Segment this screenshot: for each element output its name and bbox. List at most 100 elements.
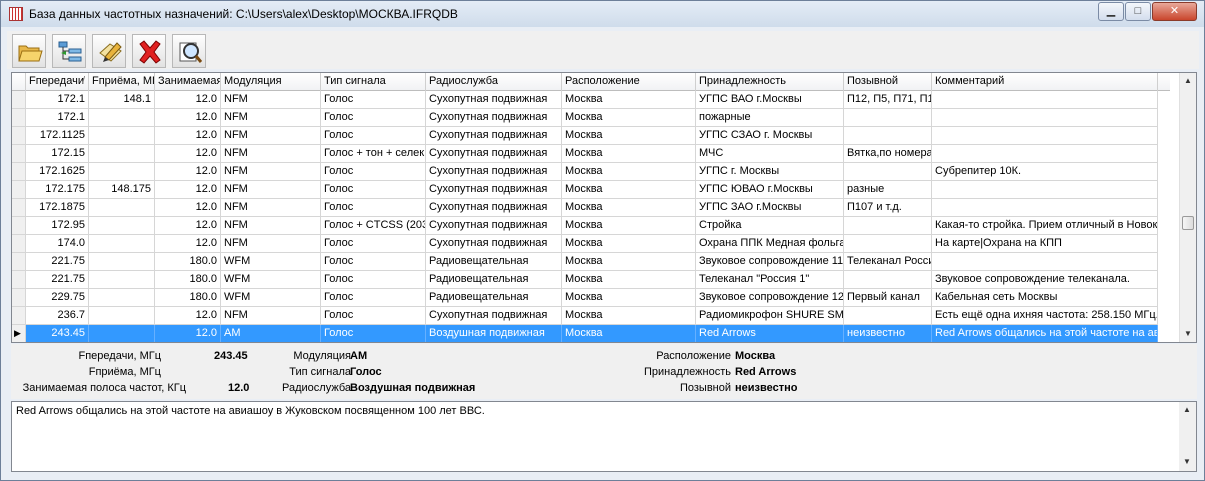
title-bar[interactable]: База данных частотных назначений: C:\Use… [1, 1, 1204, 27]
row-indicator[interactable] [12, 127, 26, 145]
table-cell: 148.175 [89, 181, 155, 199]
column-header[interactable]: Комментарий [932, 73, 1158, 91]
scroll-thumb[interactable] [1182, 216, 1194, 230]
row-indicator[interactable] [12, 217, 26, 235]
row-indicator[interactable] [12, 163, 26, 181]
table-cell: 229.75 [26, 289, 89, 307]
row-indicator[interactable] [12, 109, 26, 127]
row-indicator[interactable] [12, 91, 26, 109]
table-cell: Какая-то стройка. Прием отличный в Новок… [932, 217, 1158, 235]
table-cell: Голос [321, 307, 426, 325]
row-indicator[interactable] [12, 253, 26, 271]
edit-button[interactable] [92, 34, 126, 68]
column-header[interactable]: Fприёма, МГц [89, 73, 155, 91]
table-cell: Сухопутная подвижная [426, 127, 562, 145]
table-cell [844, 163, 932, 181]
table-cell: УГПС ЮВАО г.Москвы [696, 181, 844, 199]
row-indicator[interactable] [12, 271, 26, 289]
search-button[interactable] [172, 34, 206, 68]
open-button[interactable] [12, 34, 46, 68]
table-cell: Москва [562, 127, 696, 145]
table-cell: Red Arrows [696, 325, 844, 342]
table-cell [89, 289, 155, 307]
folder-open-icon [18, 45, 43, 62]
window-title: База данных частотных назначений: C:\Use… [29, 7, 458, 21]
table-cell: Москва [562, 235, 696, 253]
table-cell: МЧС [696, 145, 844, 163]
table-row[interactable]: 172.1625 12.0 NFM Голос Сухопутная подвижная… [12, 163, 1170, 181]
table-cell: Субрепитер 10К. [932, 163, 1158, 181]
loc-label: Расположение [656, 350, 731, 362]
table-cell: Сухопутная подвижная [426, 163, 562, 181]
row-indicator[interactable] [12, 235, 26, 253]
scroll-up-icon[interactable]: ▲ [1184, 76, 1192, 85]
table-cell: Воздушная подвижная [426, 325, 562, 342]
row-indicator[interactable] [12, 181, 26, 199]
row-indicator[interactable]: ▶ [12, 325, 26, 342]
table-cell: Стройка [696, 217, 844, 235]
memo-scroll-down-icon[interactable]: ▼ [1183, 457, 1191, 466]
column-header[interactable]: Fпередачи / [26, 73, 89, 91]
row-indicator[interactable] [12, 199, 26, 217]
memo-scroll-up-icon[interactable]: ▲ [1183, 405, 1191, 414]
close-button[interactable]: ✕ [1152, 2, 1197, 21]
column-header[interactable]: Занимаемая [155, 73, 221, 91]
tree-button[interactable] [52, 34, 86, 68]
comment-memo[interactable]: Red Arrows общались на этой частоте на а… [11, 401, 1197, 472]
table-row[interactable]: 236.7 12.0 NFM Голос Сухопутная подвижная Мос… [12, 307, 1170, 325]
delete-button[interactable] [132, 34, 166, 68]
table-row[interactable]: 172.95 12.0 NFM Голос + CTCSS (203. Сухопутн… [12, 217, 1170, 235]
frequency-table[interactable]: Fпередачи/Fприёма, МГцЗанимаемаяМодуляци… [11, 72, 1197, 343]
column-header[interactable]: Тип сигнала [321, 73, 426, 91]
table-cell: Москва [562, 325, 696, 342]
table-row[interactable]: 172.1125 12.0 NFM Голос Сухопутная подвижная… [12, 127, 1170, 145]
table-cell: Голос [321, 181, 426, 199]
maximize-button[interactable]: □ [1125, 2, 1151, 21]
row-indicator[interactable] [12, 307, 26, 325]
table-cell [844, 109, 932, 127]
table-cell: NFM [221, 127, 321, 145]
table-cell: 172.175 [26, 181, 89, 199]
column-header[interactable]: Модуляция [221, 73, 321, 91]
table-cell: 172.1125 [26, 127, 89, 145]
table-header: Fпередачи/Fприёма, МГцЗанимаемаяМодуляци… [12, 73, 1170, 91]
column-header[interactable]: Радиослужба [426, 73, 562, 91]
table-cell: Голос + тон + селек [321, 145, 426, 163]
table-row[interactable]: 221.75 180.0 WFM Голос Радиовещательная Москв… [12, 271, 1170, 289]
table-cell: пожарные [696, 109, 844, 127]
table-cell: П12, П5, П71, П1 [844, 91, 932, 109]
table-cell: NFM [221, 91, 321, 109]
column-header[interactable]: Позывной [844, 73, 932, 91]
table-row[interactable]: 172.15 12.0 NFM Голос + тон + селек Сухопутн… [12, 145, 1170, 163]
scroll-down-icon[interactable]: ▼ [1184, 329, 1192, 338]
table-cell: Голос [321, 127, 426, 145]
table-cell [89, 307, 155, 325]
table-cell: 172.95 [26, 217, 89, 235]
table-row[interactable]: 172.1875 12.0 NFM Голос Сухопутная подвижная… [12, 199, 1170, 217]
table-cell: Сухопутная подвижная [426, 235, 562, 253]
table-row[interactable]: ▶ 243.45 12.0 AM Голос Воздушная подвижная Мос… [12, 325, 1170, 342]
table-row[interactable]: 172.175 148.175 12.0 NFM Голос Сухопутная под… [12, 181, 1170, 199]
rx-label: Fприёма, МГц [88, 366, 161, 378]
table-cell: 221.75 [26, 271, 89, 289]
table-row[interactable]: 172.1 12.0 NFM Голос Сухопутная подвижная Мос… [12, 109, 1170, 127]
row-indicator[interactable] [12, 145, 26, 163]
table-cell: Голос [321, 325, 426, 342]
table-row[interactable]: 229.75 180.0 WFM Голос Радиовещательная Москв… [12, 289, 1170, 307]
table-cell [932, 127, 1158, 145]
header-indicator [12, 73, 26, 91]
row-indicator[interactable] [12, 289, 26, 307]
column-header[interactable]: Расположение [562, 73, 696, 91]
table-cell [844, 217, 932, 235]
table-row[interactable]: 172.1 148.1 12.0 NFM Голос Сухопутная подвижн… [12, 91, 1170, 109]
column-header[interactable]: Принадлежность [696, 73, 844, 91]
table-cell [89, 127, 155, 145]
table-cell: 12.0 [155, 91, 221, 109]
table-row[interactable]: 174.0 12.0 NFM Голос Сухопутная подвижная Мос… [12, 235, 1170, 253]
minimize-button[interactable]: ▁ [1098, 2, 1124, 21]
memo-scrollbar[interactable]: ▲ ▼ [1179, 402, 1196, 471]
table-row[interactable]: 221.75 180.0 WFM Голос Радиовещательная Москв… [12, 253, 1170, 271]
table-cell [844, 127, 932, 145]
table-cell: NFM [221, 145, 321, 163]
table-scrollbar[interactable]: ▲ ▼ [1179, 73, 1196, 342]
